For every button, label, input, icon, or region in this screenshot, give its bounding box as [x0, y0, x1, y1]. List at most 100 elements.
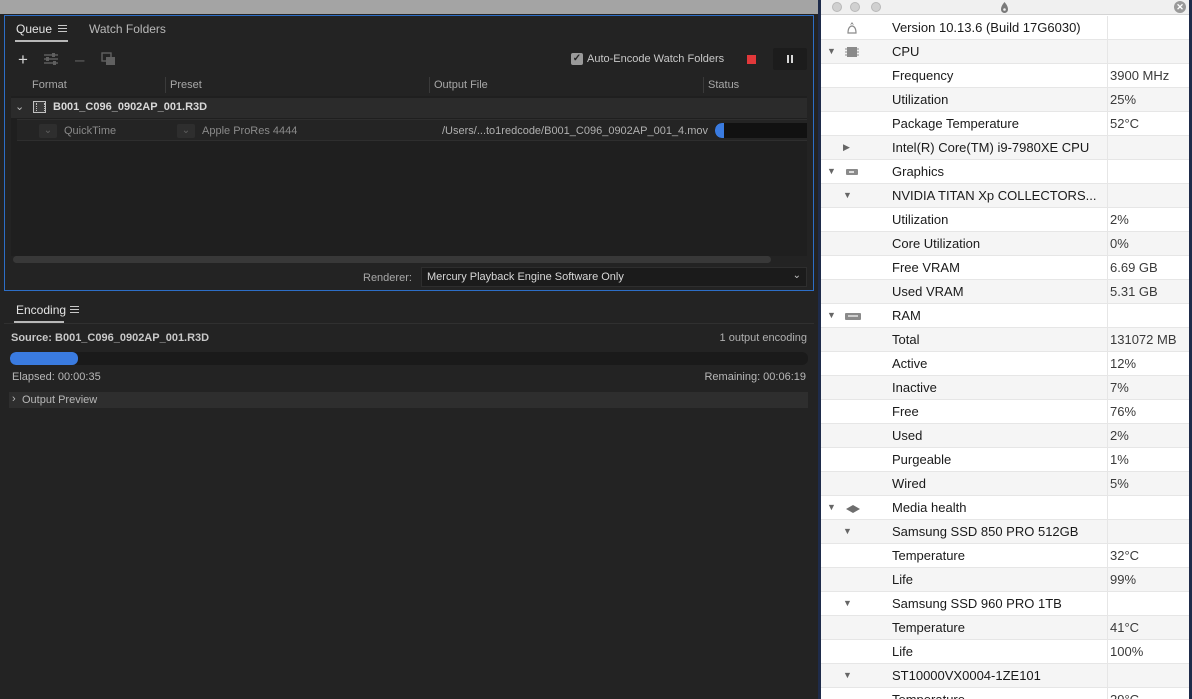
queue-horizontal-scrollbar[interactable]	[13, 256, 771, 263]
disclosure-down-icon[interactable]: ▼	[843, 598, 852, 608]
stats-row[interactable]: ▼ Samsung SSD 960 PRO 1TB	[821, 592, 1189, 616]
stats-row: Frequency 3900 MHz	[821, 64, 1189, 88]
ram-icon	[845, 309, 861, 321]
stats-row-label: Temperature	[892, 620, 965, 635]
stats-column-separator	[1107, 256, 1108, 280]
encoding-output-count: 1 output encoding	[719, 332, 807, 344]
window-close-button[interactable]	[832, 2, 842, 12]
stats-row[interactable]: ▼ Media health	[821, 496, 1189, 520]
column-header-status[interactable]: Status	[708, 79, 739, 91]
tab-encoding[interactable]: Encoding	[16, 303, 66, 317]
column-header-output-file[interactable]: Output File	[434, 79, 488, 91]
stats-column-separator	[1107, 472, 1108, 496]
disclosure-down-icon[interactable]: ▼	[827, 46, 836, 56]
chevron-down-icon[interactable]: ⌄	[15, 100, 24, 113]
disclosure-down-icon[interactable]: ▼	[827, 310, 836, 320]
stats-row-label: Used	[892, 428, 923, 443]
output-preset[interactable]: Apple ProRes 4444	[202, 125, 297, 137]
stats-row[interactable]: ▼ RAM	[821, 304, 1189, 328]
stats-row-label: Version 10.13.6 (Build 17G6030)	[892, 20, 1081, 35]
disclosure-down-icon[interactable]: ▼	[843, 190, 852, 200]
stats-row-label: Wired	[892, 476, 926, 491]
stats-row-value: 29°C	[1110, 692, 1139, 699]
stats-row: Purgeable 1%	[821, 448, 1189, 472]
stats-row-label: RAM	[892, 308, 921, 323]
stats-row-label: NVIDIA TITAN Xp COLLECTORS...	[892, 188, 1097, 203]
stats-row[interactable]: ▼ ST10000VX0004-1ZE101	[821, 664, 1189, 688]
close-icon[interactable]: ✕	[1174, 1, 1186, 13]
stats-row-label: Utilization	[892, 212, 949, 227]
disclosure-down-icon[interactable]: ▼	[843, 670, 852, 680]
stats-column-separator	[1107, 688, 1108, 699]
output-file-path[interactable]: /Users/...to1redcode/B001_C096_0902AP_00…	[442, 125, 708, 137]
disclosure-right-icon[interactable]: ▶	[843, 142, 850, 153]
queue-output-row[interactable]: ⌄ QuickTime ⌄ Apple ProRes 4444 /Users/.…	[17, 119, 807, 141]
desktop: Queue Watch Folders + – ✓ Auto-Encode Wa…	[0, 0, 1192, 699]
stats-column-separator	[1107, 592, 1108, 616]
column-header-preset[interactable]: Preset	[170, 79, 202, 91]
stats-row: Temperature 32°C	[821, 544, 1189, 568]
os-icon	[845, 21, 859, 34]
queue-menu-icon[interactable]	[58, 25, 67, 32]
stats-row[interactable]: ▶ Intel(R) Core(TM) i9-7980XE CPU	[821, 136, 1189, 160]
queue-source-row[interactable]: ⌄ B001_C096_0902AP_001.R3D	[11, 98, 807, 118]
source-file-name: B001_C096_0902AP_001.R3D	[53, 101, 208, 113]
stats-row[interactable]: ▼ Graphics	[821, 160, 1189, 184]
encoding-menu-icon[interactable]	[70, 306, 79, 313]
auto-encode-checkbox[interactable]: ✓	[571, 53, 583, 65]
stats-column-separator	[1107, 424, 1108, 448]
system-stats-window: ✕ Version 10.13.6 (Build 17G6030) ▼ CPU Fre…	[818, 0, 1192, 699]
disclosure-down-icon[interactable]: ▼	[843, 526, 852, 536]
pin-icon[interactable]	[1000, 1, 1009, 14]
output-preview-toggle[interactable]: › Output Preview	[9, 392, 808, 408]
disclosure-down-icon[interactable]: ▼	[827, 166, 836, 176]
stats-row-label: Life	[892, 644, 913, 659]
pause-queue-button[interactable]	[773, 48, 807, 70]
stats-column-separator	[1107, 136, 1108, 160]
stats-row: Free VRAM 6.69 GB	[821, 256, 1189, 280]
stats-row-label: Active	[892, 356, 928, 371]
stop-queue-button[interactable]	[747, 55, 756, 64]
plus-icon[interactable]: +	[18, 51, 28, 68]
stats-column-separator	[1107, 40, 1108, 64]
auto-encode-toggle[interactable]: ✓ Auto-Encode Watch Folders	[571, 52, 724, 66]
format-dropdown-icon[interactable]: ⌄	[39, 124, 57, 138]
stats-row-label: CPU	[892, 44, 920, 59]
window-minimize-button[interactable]	[850, 2, 860, 12]
stats-column-separator	[1107, 184, 1108, 208]
column-separator	[703, 77, 704, 93]
stats-column-separator	[1107, 304, 1108, 328]
stats-row: Wired 5%	[821, 472, 1189, 496]
tab-queue-underline	[15, 40, 68, 42]
stats-row-value: 100%	[1110, 644, 1144, 659]
duplicate-icon[interactable]	[101, 52, 117, 66]
window-zoom-button[interactable]	[871, 2, 881, 12]
tab-watch-folders[interactable]: Watch Folders	[89, 22, 166, 36]
stats-row: Inactive 7%	[821, 376, 1189, 400]
stats-row[interactable]: ▼ NVIDIA TITAN Xp COLLECTORS...	[821, 184, 1189, 208]
output-format[interactable]: QuickTime	[64, 125, 116, 137]
stats-row-value: 12%	[1110, 356, 1137, 371]
stats-row-label: Life	[892, 572, 913, 587]
stats-row-value: 76%	[1110, 404, 1137, 419]
tab-queue[interactable]: Queue	[16, 22, 52, 36]
stats-column-separator	[1107, 88, 1108, 112]
renderer-select[interactable]: Mercury Playback Engine Software Only ⌄	[421, 267, 807, 287]
stats-row-value: 52°C	[1110, 116, 1140, 131]
stats-row[interactable]: ▼ CPU	[821, 40, 1189, 64]
minus-icon[interactable]: –	[75, 51, 84, 68]
chevron-right-icon[interactable]: ›	[12, 393, 16, 405]
stats-column-separator	[1107, 232, 1108, 256]
stats-column-separator	[1107, 376, 1108, 400]
disclosure-down-icon[interactable]: ▼	[827, 502, 836, 512]
stats-column-separator	[1107, 160, 1108, 184]
preset-dropdown-icon[interactable]: ⌄	[177, 124, 195, 138]
output-status-progress-fill	[715, 123, 725, 138]
queue-panel-tabs: Queue Watch Folders	[5, 16, 813, 42]
column-header-format[interactable]: Format	[32, 79, 67, 91]
stats-row[interactable]: ▼ Samsung SSD 850 PRO 512GB	[821, 520, 1189, 544]
sliders-icon[interactable]	[43, 52, 59, 66]
stats-row-label: Inactive	[892, 380, 937, 395]
stats-column-separator	[1107, 568, 1108, 592]
encoding-progress-bar	[10, 352, 808, 365]
